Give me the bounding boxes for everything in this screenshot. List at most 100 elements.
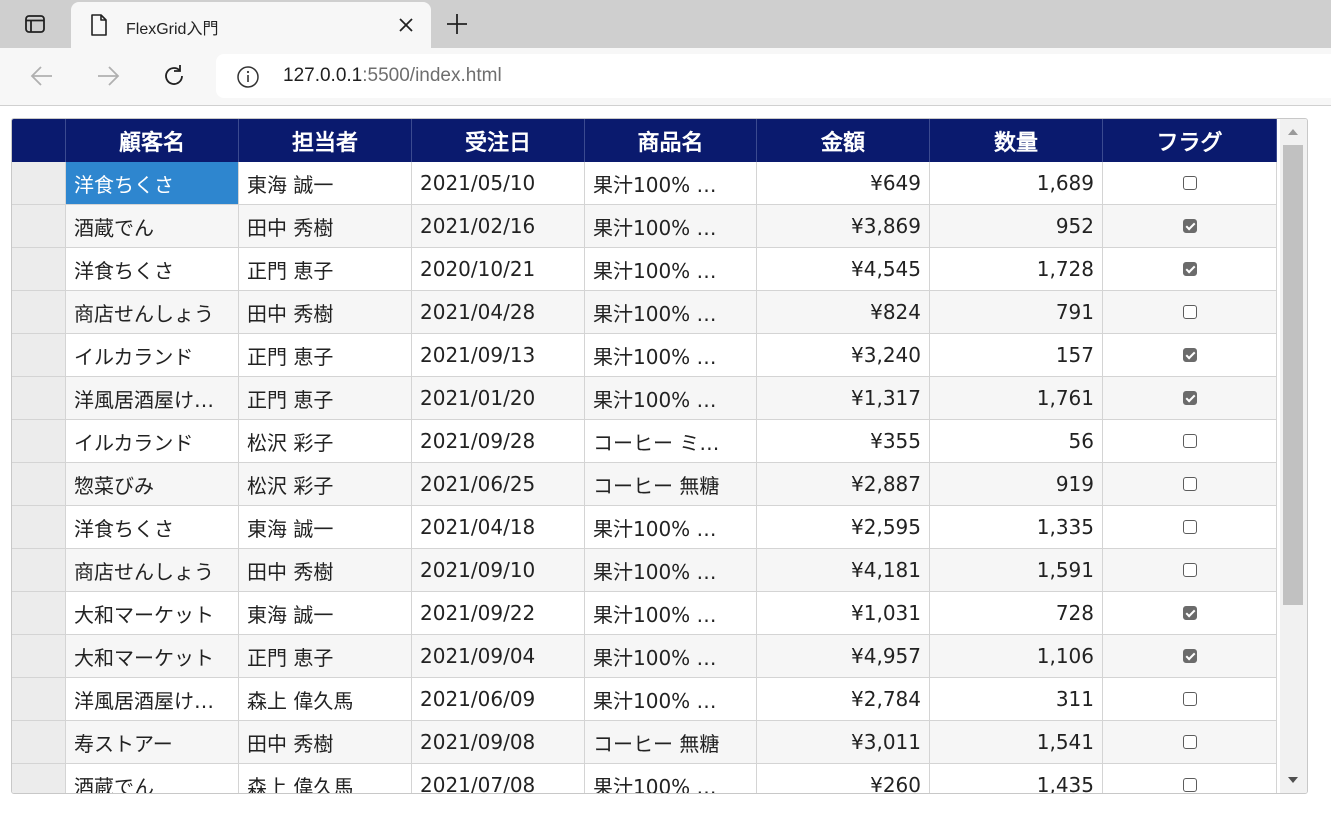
cell-customer[interactable]: イルカランド: [66, 334, 239, 377]
cell-customer[interactable]: 洋風居酒屋け…: [66, 377, 239, 420]
cell-flag[interactable]: [1103, 162, 1277, 205]
cell-qty[interactable]: 1,689: [930, 162, 1103, 205]
cell-amount[interactable]: ¥4,957: [757, 635, 930, 678]
flag-checkbox[interactable]: [1182, 391, 1197, 405]
cell-staff[interactable]: 松沢 彩子: [239, 420, 412, 463]
cell-customer[interactable]: 惣菜びみ: [66, 463, 239, 506]
cell-flag[interactable]: [1103, 463, 1277, 506]
table-row[interactable]: 洋食ちくさ 正門 恵子 2020/10/21 果汁100% … ¥4,545 1,728: [12, 248, 1277, 291]
cell-date[interactable]: 2021/05/10: [412, 162, 585, 205]
cell-product[interactable]: コーヒー ミ…: [585, 420, 757, 463]
table-row[interactable]: 洋食ちくさ 東海 誠一 2021/05/10 果汁100% … ¥649 1,689: [12, 162, 1277, 205]
cell-amount[interactable]: ¥3,240: [757, 334, 930, 377]
cell-product[interactable]: 果汁100% …: [585, 377, 757, 420]
cell-amount[interactable]: ¥4,181: [757, 549, 930, 592]
cell-staff[interactable]: 森上 偉久馬: [239, 678, 412, 721]
cell-flag[interactable]: [1103, 721, 1277, 764]
cell-qty[interactable]: 791: [930, 291, 1103, 334]
row-header[interactable]: [12, 635, 66, 678]
flag-checkbox[interactable]: [1182, 434, 1197, 448]
row-header[interactable]: [12, 334, 66, 377]
cell-qty[interactable]: 1,435: [930, 764, 1103, 793]
cell-staff[interactable]: 正門 恵子: [239, 635, 412, 678]
cell-amount[interactable]: ¥260: [757, 764, 930, 793]
cell-qty[interactable]: 1,541: [930, 721, 1103, 764]
cell-staff[interactable]: 田中 秀樹: [239, 721, 412, 764]
cell-product[interactable]: 果汁100% …: [585, 635, 757, 678]
cell-product[interactable]: 果汁100% …: [585, 205, 757, 248]
row-header[interactable]: [12, 420, 66, 463]
row-header[interactable]: [12, 248, 66, 291]
flag-checkbox[interactable]: [1182, 305, 1197, 319]
column-header-customer[interactable]: 顧客名: [66, 119, 239, 162]
cell-date[interactable]: 2021/09/22: [412, 592, 585, 635]
cell-date[interactable]: 2021/09/10: [412, 549, 585, 592]
cell-product[interactable]: 果汁100% …: [585, 291, 757, 334]
close-tab-icon[interactable]: [395, 14, 417, 36]
flag-checkbox[interactable]: [1182, 348, 1197, 362]
tab-actions-button[interactable]: [0, 0, 70, 48]
cell-customer[interactable]: イルカランド: [66, 420, 239, 463]
cell-amount[interactable]: ¥355: [757, 420, 930, 463]
flag-checkbox[interactable]: [1182, 219, 1197, 233]
cell-flag[interactable]: [1103, 549, 1277, 592]
cell-flag[interactable]: [1103, 205, 1277, 248]
cell-date[interactable]: 2021/07/08: [412, 764, 585, 793]
cell-product[interactable]: 果汁100% …: [585, 162, 757, 205]
cell-qty[interactable]: 56: [930, 420, 1103, 463]
cell-amount[interactable]: ¥1,317: [757, 377, 930, 420]
column-header-qty[interactable]: 数量: [930, 119, 1103, 162]
cell-qty[interactable]: 919: [930, 463, 1103, 506]
cell-product[interactable]: 果汁100% …: [585, 506, 757, 549]
cell-date[interactable]: 2021/04/18: [412, 506, 585, 549]
table-row[interactable]: 洋食ちくさ 東海 誠一 2021/04/18 果汁100% … ¥2,595 1,335: [12, 506, 1277, 549]
cell-amount[interactable]: ¥3,011: [757, 721, 930, 764]
cell-date[interactable]: 2021/02/16: [412, 205, 585, 248]
row-header[interactable]: [12, 549, 66, 592]
cell-staff[interactable]: 東海 誠一: [239, 592, 412, 635]
table-row[interactable]: 大和マーケット 東海 誠一 2021/09/22 果汁100% … ¥1,031 728: [12, 592, 1277, 635]
cell-date[interactable]: 2021/09/04: [412, 635, 585, 678]
row-header[interactable]: [12, 463, 66, 506]
cell-staff[interactable]: 田中 秀樹: [239, 205, 412, 248]
cell-flag[interactable]: [1103, 248, 1277, 291]
row-header[interactable]: [12, 764, 66, 793]
new-tab-icon[interactable]: [444, 11, 470, 37]
cell-product[interactable]: コーヒー 無糖: [585, 721, 757, 764]
cell-staff[interactable]: 正門 恵子: [239, 377, 412, 420]
cell-customer[interactable]: 洋食ちくさ: [66, 162, 239, 205]
cell-qty[interactable]: 1,761: [930, 377, 1103, 420]
cell-staff[interactable]: 田中 秀樹: [239, 549, 412, 592]
cell-qty[interactable]: 1,591: [930, 549, 1103, 592]
column-header-staff[interactable]: 担当者: [239, 119, 412, 162]
flag-checkbox[interactable]: [1182, 563, 1197, 577]
flag-checkbox[interactable]: [1182, 606, 1197, 620]
table-row[interactable]: 洋風居酒屋け… 正門 恵子 2021/01/20 果汁100% … ¥1,317 1,76…: [12, 377, 1277, 420]
flag-checkbox[interactable]: [1182, 778, 1197, 792]
row-header[interactable]: [12, 162, 66, 205]
table-row[interactable]: 寿ストアー 田中 秀樹 2021/09/08 コーヒー 無糖 ¥3,011 1,541: [12, 721, 1277, 764]
cell-flag[interactable]: [1103, 635, 1277, 678]
flag-checkbox[interactable]: [1182, 176, 1197, 190]
flag-checkbox[interactable]: [1182, 520, 1197, 534]
cell-date[interactable]: 2021/09/28: [412, 420, 585, 463]
cell-qty[interactable]: 728: [930, 592, 1103, 635]
cell-customer[interactable]: 洋食ちくさ: [66, 248, 239, 291]
forward-arrow-icon[interactable]: [94, 62, 122, 90]
header-corner[interactable]: [12, 119, 66, 162]
table-row[interactable]: 洋風居酒屋け… 森上 偉久馬 2021/06/09 果汁100% … ¥2,784 311: [12, 678, 1277, 721]
flag-checkbox[interactable]: [1182, 735, 1197, 749]
cell-staff[interactable]: 東海 誠一: [239, 162, 412, 205]
cell-amount[interactable]: ¥2,784: [757, 678, 930, 721]
cell-qty[interactable]: 157: [930, 334, 1103, 377]
cell-staff[interactable]: 田中 秀樹: [239, 291, 412, 334]
cell-customer[interactable]: 大和マーケット: [66, 635, 239, 678]
scroll-down-arrow-icon[interactable]: [1288, 777, 1298, 783]
cell-flag[interactable]: [1103, 420, 1277, 463]
table-row[interactable]: 大和マーケット 正門 恵子 2021/09/04 果汁100% … ¥4,957 1,10…: [12, 635, 1277, 678]
cell-date[interactable]: 2021/06/09: [412, 678, 585, 721]
cell-customer[interactable]: 酒蔵でん: [66, 764, 239, 793]
row-header[interactable]: [12, 721, 66, 764]
cell-customer[interactable]: 洋風居酒屋け…: [66, 678, 239, 721]
cell-qty[interactable]: 1,106: [930, 635, 1103, 678]
